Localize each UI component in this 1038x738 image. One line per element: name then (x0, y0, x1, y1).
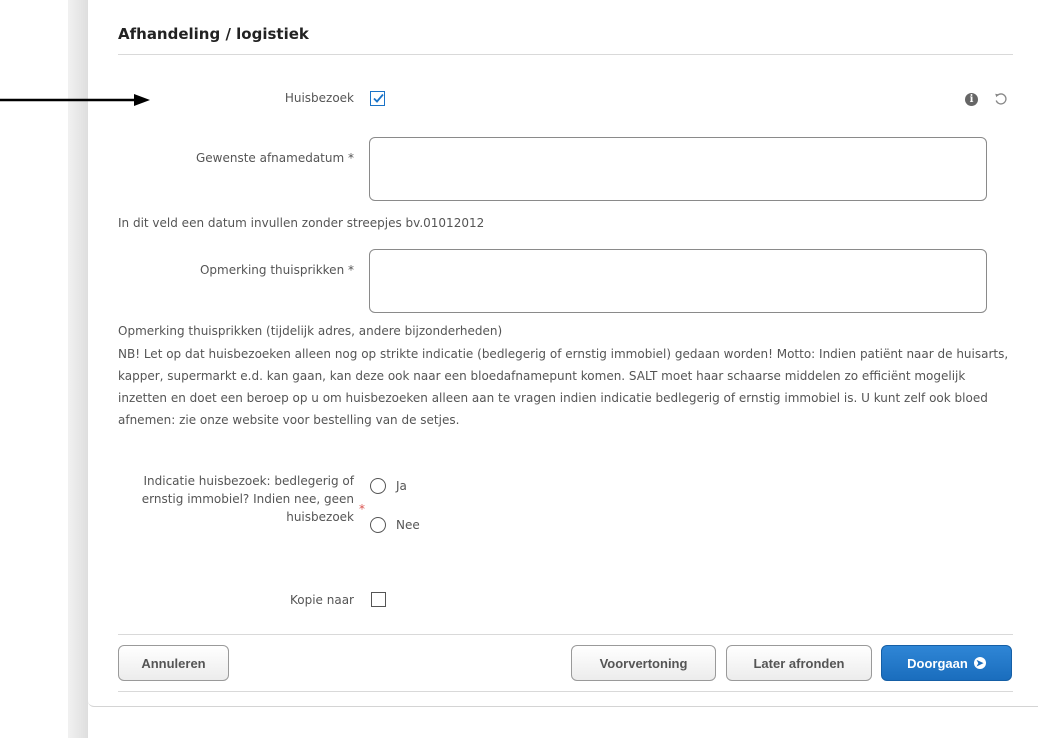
checkmark-icon (373, 93, 384, 103)
indicatie-label: Indicatie huisbezoek: bedlegerig of erns… (141, 474, 354, 524)
section-title: Afhandeling / logistiek (118, 25, 309, 43)
afnamedatum-help: In dit veld een datum invullen zonder st… (118, 216, 485, 230)
info-icon[interactable]: i (965, 93, 978, 106)
arrow-annotation (0, 94, 150, 106)
section-divider (118, 54, 1013, 55)
notice-text: NB! Let op dat huisbezoeken alleen nog o… (118, 347, 1009, 427)
preview-button[interactable]: Voorvertoning (571, 645, 716, 681)
arrow-right-circle-icon: ➤ (973, 657, 986, 669)
cancel-button[interactable]: Annuleren (118, 645, 229, 681)
kopie-checkbox[interactable] (371, 592, 386, 607)
afnamedatum-label: Gewenste afnamedatum * (195, 151, 354, 165)
indicatie-radio-nee[interactable] (370, 517, 386, 533)
continue-label: Doorgaan (907, 655, 968, 671)
kopie-label: Kopie naar (289, 593, 354, 607)
huisbezoek-label: Huisbezoek (284, 91, 354, 105)
later-button[interactable]: Later afronden (726, 645, 872, 681)
afnamedatum-input[interactable] (369, 137, 987, 201)
opmerking-input[interactable] (369, 249, 987, 313)
continue-button[interactable]: Doorgaan ➤ (881, 645, 1012, 681)
opmerking-label: Opmerking thuisprikken * (199, 263, 354, 277)
required-marker: * (359, 502, 365, 516)
indicatie-label-nee: Nee (396, 518, 420, 532)
indicatie-radio-ja[interactable] (370, 478, 386, 494)
footer-divider-top (118, 634, 1013, 635)
indicatie-label-ja: Ja (396, 479, 407, 493)
footer-divider-bottom (118, 691, 1013, 692)
reset-icon[interactable] (993, 91, 1009, 107)
opmerking-help: Opmerking thuisprikken (tijdelijk adres,… (118, 324, 503, 338)
panel-left-shadow (68, 0, 88, 738)
huisbezoek-checkbox[interactable] (370, 91, 385, 106)
